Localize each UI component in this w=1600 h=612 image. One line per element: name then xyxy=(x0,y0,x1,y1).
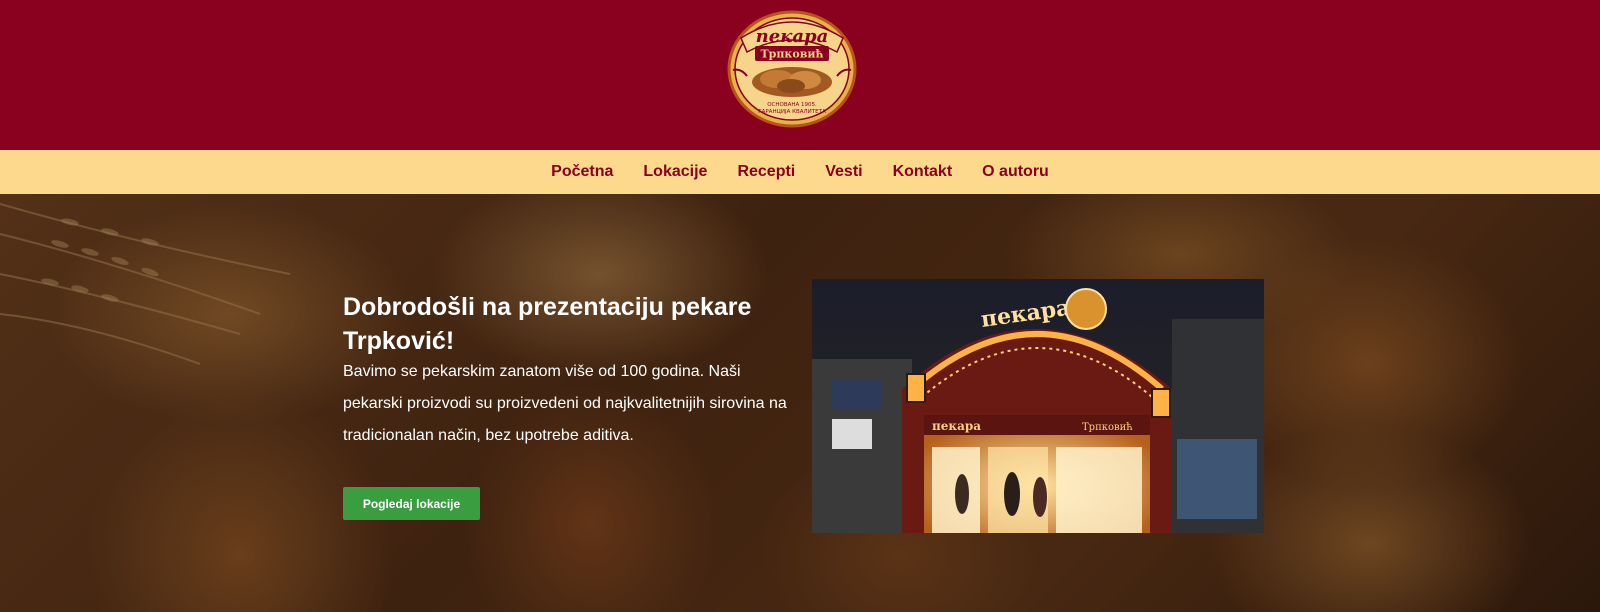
nav-item-pocetna[interactable]: Početna xyxy=(536,163,628,181)
photo-shop-sign-name: Трпковић xyxy=(1082,422,1133,433)
hero-description: Bavimo se pekarskim zanatom više od 100 … xyxy=(343,363,787,444)
view-locations-button[interactable]: Pogledaj lokacije xyxy=(343,487,480,520)
hero-title: Dobrodošli na prezentaciju pekare Trpkov… xyxy=(343,293,752,355)
bakery-shop-illustration: пекара пекара Трпковић xyxy=(812,279,1264,533)
hero-section: Dobrodošli na prezentaciju pekare Trpkov… xyxy=(0,194,1600,612)
logo-top-text: пекара xyxy=(756,26,829,47)
main-nav: Početna Lokacije Recepti Vesti Kontakt O… xyxy=(0,150,1600,194)
logo-bottom-line1: ОСНОВАНА 1905. xyxy=(767,102,817,108)
logo-bottom-line2: ГАРАНЦИЈА КВАЛИТЕТА xyxy=(758,109,826,115)
nav-item-lokacije[interactable]: Lokacije xyxy=(628,163,722,181)
logo-name-text: Трпковић xyxy=(760,48,823,61)
nav-item-recepti[interactable]: Recepti xyxy=(722,163,810,181)
nav-item-kontakt[interactable]: Kontakt xyxy=(878,163,968,181)
photo-shop-sign: пекара xyxy=(932,419,981,433)
bakery-logo[interactable]: пекара Трпковић ОСНОВАНА 1905. ГАРАНЦИЈА… xyxy=(727,10,857,128)
site-header: пекара Трпковић ОСНОВАНА 1905. ГАРАНЦИЈА… xyxy=(0,0,1600,150)
nav-item-o-autoru[interactable]: O autoru xyxy=(967,163,1064,181)
bakery-shop-photo: пекара пекара Трпковић xyxy=(812,279,1264,533)
nav-item-vesti[interactable]: Vesti xyxy=(810,163,877,181)
